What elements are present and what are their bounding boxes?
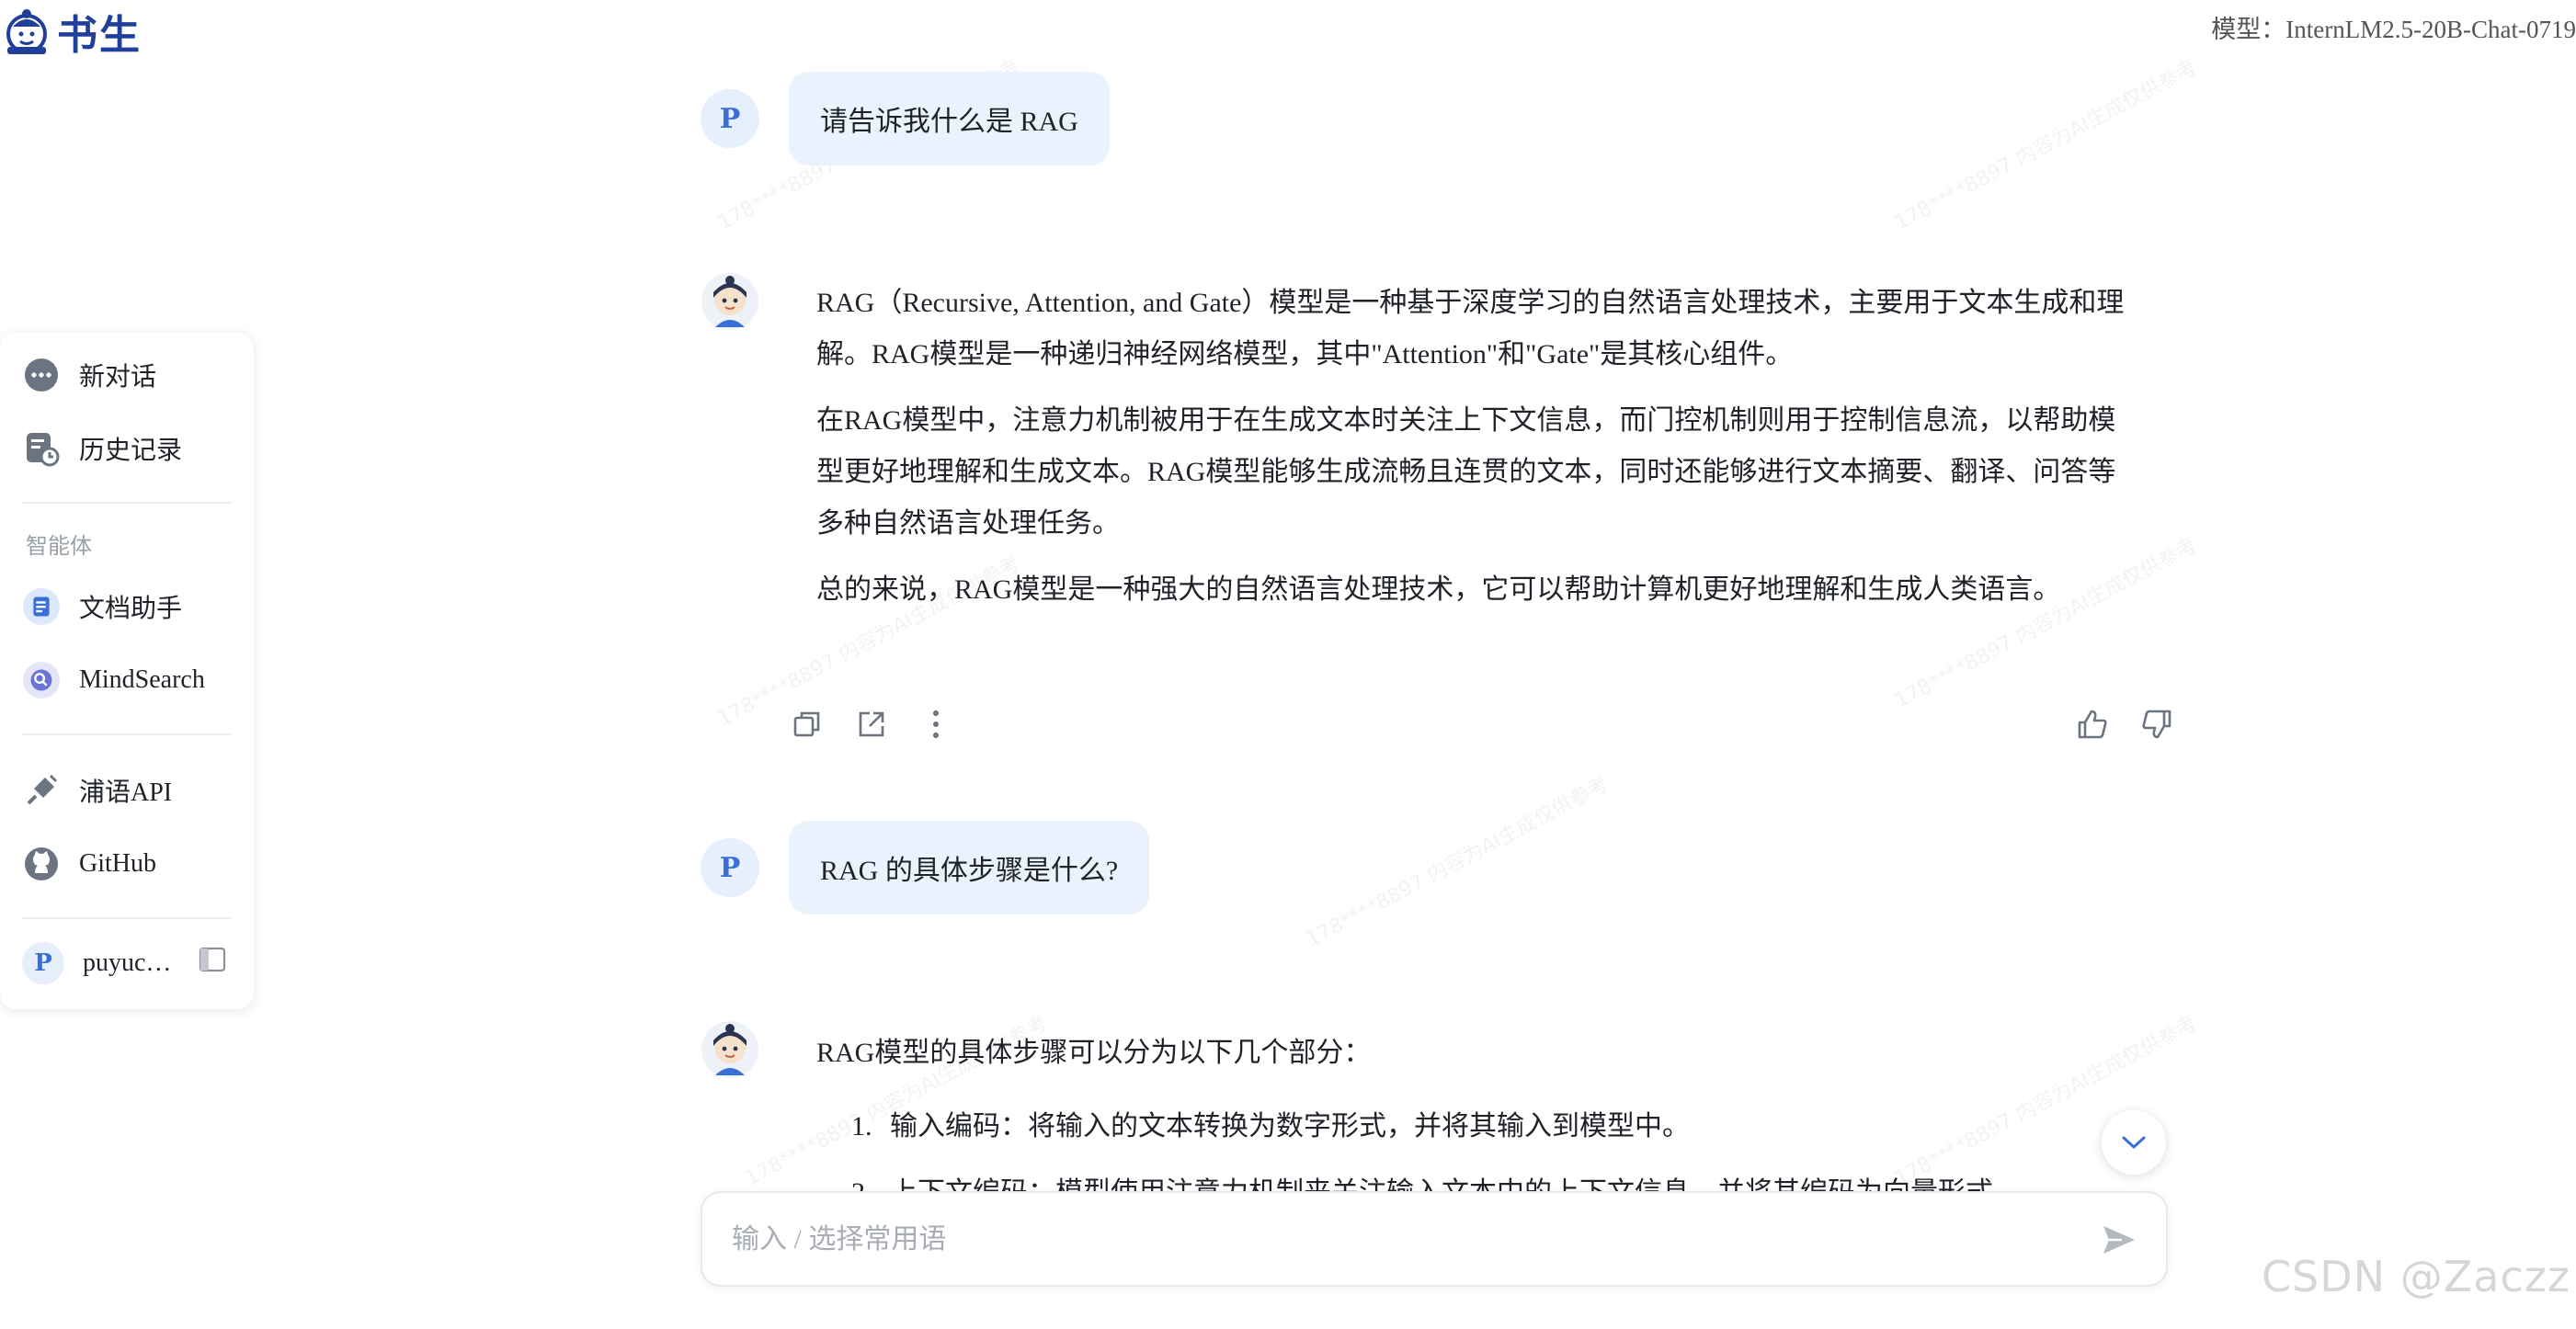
- list-item-text: 输入编码：将输入的文本转换为数字形式，并将其输入到模型中。: [890, 1111, 1690, 1142]
- faint-watermark: 178****8897 内容为AI生成仅供参考: [1890, 55, 2201, 235]
- user-name: puyuc…: [83, 948, 172, 977]
- feedback-actions: [2076, 708, 2173, 741]
- avatar: P: [22, 942, 64, 984]
- logo-text: 书生: [57, 12, 142, 59]
- list-item-number: 1.: [851, 1111, 872, 1142]
- sidebar-item-label: GitHub: [79, 849, 156, 878]
- assistant-paragraph: RAG（Recursive, Attention, and Gate）模型是一种…: [816, 288, 2125, 369]
- chat-input-box: [701, 1191, 2168, 1287]
- list-item-number: 2.: [851, 1176, 890, 1191]
- assistant-message-intro: RAG模型的具体步骤可以分为以下几个部分：: [816, 1028, 2133, 1094]
- sidebar-section-agents: 智能体: [26, 535, 92, 559]
- list-item: 1. 输入编码：将输入的文本转换为数字形式，并将其输入到模型中。: [851, 1101, 1690, 1153]
- user-message-bubble: 请告诉我什么是 RAG: [789, 72, 1110, 165]
- assistant-message: RAG（Recursive, Attention, and Gate）模型是一种…: [816, 278, 2133, 630]
- assistant-steps-list: 2.上下文编码：模型使用注意力机制来关注输入文本中的上下文信息，并将其编码为向量…: [851, 1176, 2021, 1191]
- avatar: P: [701, 89, 759, 148]
- thumbs-up-icon[interactable]: [2076, 708, 2109, 741]
- sidebar-item-history[interactable]: 历史记录: [22, 421, 182, 476]
- assistant-avatar-icon: [701, 273, 758, 330]
- github-icon: [22, 845, 61, 883]
- sidebar-item-label: 历史记录: [79, 437, 183, 465]
- sidebar-item-new-chat[interactable]: 新对话: [22, 347, 156, 403]
- app-logo[interactable]: 书生: [2, 2, 142, 61]
- send-icon[interactable]: [2100, 1221, 2138, 1259]
- mindsearch-icon: [22, 661, 61, 699]
- sidebar-item-label: 文档助手: [79, 595, 183, 623]
- copy-icon[interactable]: [791, 708, 824, 741]
- sidebar-divider: [22, 733, 232, 735]
- history-icon: [22, 429, 61, 468]
- list-item-text: 上下文编码：模型使用注意力机制来关注输入文本中的上下文信息，并将其编码为向量形式…: [890, 1177, 2021, 1191]
- assistant-paragraph: 总的来说，RAG模型是一种强大的自然语言处理技术，它可以帮助计算机更好地理解和生…: [816, 574, 2061, 605]
- user-message: P 请告诉我什么是 RAG: [701, 72, 1110, 165]
- assistant-paragraph: 在RAG模型中，注意力机制被用于在生成文本时关注上下文信息，而门控机制则用于控制…: [816, 405, 2116, 539]
- chat-bubble-icon: [22, 356, 61, 394]
- sidebar-item-document-assistant[interactable]: 文档助手: [22, 579, 182, 634]
- sidebar-divider: [22, 917, 232, 919]
- assistant-avatar-icon: [701, 1021, 758, 1078]
- sidebar-item-label: 新对话: [79, 363, 157, 392]
- user-profile[interactable]: P puyuc…: [22, 936, 171, 991]
- sidebar-item-puyu-api[interactable]: 浦语API: [22, 763, 172, 818]
- sidebar-item-label: MindSearch: [79, 665, 205, 694]
- clipped-content: 2.上下文编码：模型使用注意力机制来关注输入文本中的上下文信息，并将其编码为向量…: [0, 1176, 2576, 1191]
- plug-icon: [22, 771, 61, 810]
- avatar: P: [701, 838, 759, 897]
- document-assistant-icon: [22, 587, 61, 626]
- thumbs-down-icon[interactable]: [2140, 708, 2173, 741]
- user-message: P RAG 的具体步骤是什么?: [701, 821, 1150, 914]
- user-message-bubble: RAG 的具体步骤是什么?: [789, 821, 1150, 914]
- share-icon[interactable]: [855, 708, 888, 741]
- message-actions: [791, 708, 952, 741]
- chat-input[interactable]: [730, 1193, 2021, 1287]
- sidebar-item-mindsearch[interactable]: MindSearch: [22, 653, 205, 708]
- sidebar-item-github[interactable]: GitHub: [22, 836, 156, 892]
- sidebar: 新对话 历史记录 智能体 文档助手 MindSearch 浦语API GitHu…: [0, 333, 254, 1009]
- sidebar-collapse-icon[interactable]: [199, 947, 226, 972]
- list-item: 2.上下文编码：模型使用注意力机制来关注输入文本中的上下文信息，并将其编码为向量…: [851, 1176, 2021, 1191]
- mascot-logo-icon: [6, 9, 47, 54]
- model-label[interactable]: 模型：InternLM2.5-20B-Chat-0719: [2211, 9, 2576, 45]
- csdn-watermark: CSDN @Zaczz: [2261, 1252, 2570, 1301]
- sidebar-item-label: 浦语API: [79, 778, 173, 807]
- sidebar-divider: [22, 502, 232, 504]
- scroll-to-bottom-button[interactable]: [2102, 1110, 2166, 1175]
- faint-watermark: 178****8897 内容为AI生成仅供参考: [1302, 772, 1613, 952]
- assistant-steps-list: 1. 输入编码：将输入的文本转换为数字形式，并将其输入到模型中。: [851, 1101, 1690, 1153]
- more-options-icon[interactable]: [919, 708, 952, 741]
- assistant-paragraph: RAG模型的具体步骤可以分为以下几个部分：: [816, 1038, 1372, 1068]
- chevron-down-icon: [2122, 1136, 2146, 1149]
